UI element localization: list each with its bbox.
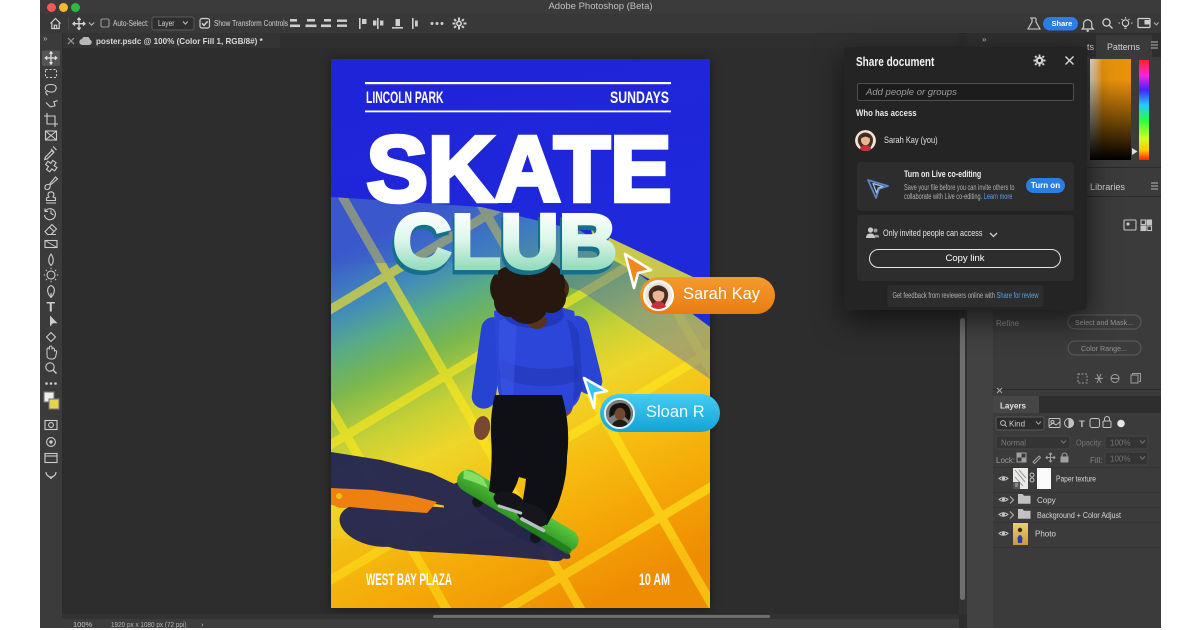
- svg-text:10 AM: 10 AM: [639, 570, 670, 589]
- svg-text:CLUB: CLUB: [393, 199, 617, 285]
- svg-text:Color Range...: Color Range...: [1081, 344, 1127, 353]
- svg-text:LINCOLN PARK: LINCOLN PARK: [366, 88, 444, 107]
- svg-text:T: T: [1079, 419, 1085, 430]
- svg-text:Paper texture: Paper texture: [1056, 475, 1096, 484]
- svg-text:Copy: Copy: [1037, 496, 1056, 505]
- svg-text:T: T: [47, 299, 56, 315]
- svg-text:WEST BAY PLAZA: WEST BAY PLAZA: [366, 570, 452, 589]
- svg-text:Kind: Kind: [1009, 420, 1025, 429]
- svg-text:Layers: Layers: [1000, 401, 1026, 411]
- svg-text:Fill:: Fill:: [1090, 456, 1102, 465]
- svg-text:Background + Color Adjust: Background + Color Adjust: [1037, 511, 1122, 520]
- svg-text:ts: ts: [1087, 42, 1095, 52]
- svg-text:SUNDAYS: SUNDAYS: [610, 88, 669, 107]
- svg-text:Photo: Photo: [1035, 530, 1056, 539]
- svg-text:100%: 100%: [1110, 455, 1130, 464]
- svg-text:Libraries: Libraries: [1090, 182, 1126, 192]
- svg-text:Normal: Normal: [1001, 439, 1026, 448]
- svg-text:Opacity:: Opacity:: [1076, 439, 1103, 448]
- svg-text:Refine: Refine: [996, 319, 1020, 328]
- svg-text:100%: 100%: [1110, 439, 1130, 448]
- svg-text:Patterns: Patterns: [1107, 42, 1140, 52]
- svg-text:Lock:: Lock:: [996, 456, 1015, 465]
- svg-text:Select and Mask...: Select and Mask...: [1075, 318, 1133, 327]
